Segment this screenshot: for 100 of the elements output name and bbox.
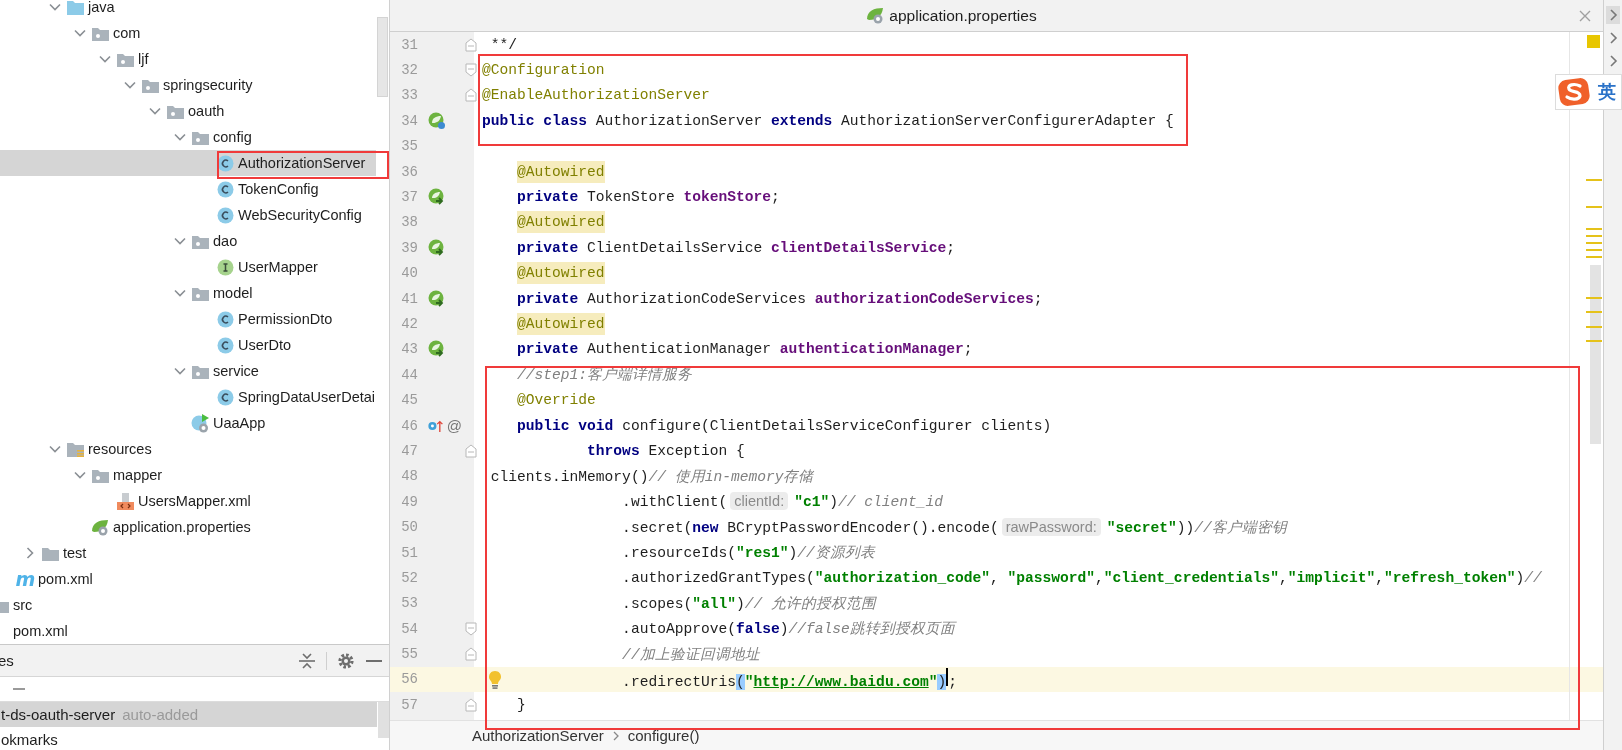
code-line: throws Exception { — [586, 442, 745, 459]
fold-marker-icon[interactable] — [465, 37, 477, 52]
item-note: auto-added — [122, 706, 199, 723]
scrollbar-thumb[interactable] — [378, 702, 389, 738]
bean-icon[interactable] — [428, 111, 446, 130]
package-folder-icon — [92, 467, 109, 483]
settings-icon[interactable] — [337, 651, 355, 670]
tree-item[interactable]: test — [0, 540, 389, 566]
tree-item[interactable]: SpringDataUserDetai — [0, 384, 389, 410]
tree-item[interactable]: model — [0, 280, 389, 306]
class-icon — [217, 206, 234, 224]
changelist-item[interactable]: okmarks — [0, 727, 377, 750]
autowired-icon[interactable] — [428, 289, 446, 308]
tree-item[interactable]: java — [0, 0, 389, 20]
fold-marker-icon[interactable] — [465, 621, 477, 636]
breadcrumb-item[interactable]: configure() — [627, 727, 700, 744]
warning-marker[interactable] — [1586, 249, 1602, 251]
tree-item[interactable]: dao — [0, 228, 389, 254]
line-number: 42 — [400, 316, 418, 332]
tree-item[interactable]: PermissionDto — [0, 306, 389, 332]
code-line: //加上验证回调地址 — [621, 645, 760, 664]
editor-tab[interactable]: application.properties — [860, 0, 1043, 31]
autowired-icon[interactable] — [428, 238, 446, 257]
warning-marker[interactable] — [1586, 235, 1602, 237]
tree-item[interactable]: springsecurity — [0, 72, 389, 98]
warning-marker[interactable] — [1586, 297, 1602, 299]
code-line: .resourceIds("res1")//资源列表 — [621, 544, 875, 562]
tree-item[interactable]: UaaApp — [0, 410, 389, 436]
warning-marker[interactable] — [1586, 326, 1602, 328]
tree-item[interactable]: UserDto — [0, 332, 389, 358]
maven-icon: m — [15, 571, 36, 587]
tree-item[interactable]: mapper — [0, 462, 389, 488]
package-folder-icon — [192, 129, 209, 145]
chevron-right-icon — [611, 730, 620, 741]
code-line: .authorizedGrantTypes("authorization_code", "password","client_credentials","implicit","refresh_token")// — [621, 569, 1542, 586]
tree-item[interactable]: ljf — [0, 46, 389, 72]
code-line: .autoApprove(false)//false跳转到授权页面 — [621, 620, 955, 639]
fold-marker-icon[interactable] — [465, 697, 477, 712]
warning-marker[interactable] — [1586, 340, 1602, 342]
fold-marker-icon[interactable] — [465, 88, 477, 103]
code-line: private TokenStore tokenStore; — [516, 189, 780, 206]
code-line: .scopes("all")// 允许的授权范围 — [621, 594, 877, 613]
warning-marker[interactable] — [1586, 256, 1602, 258]
changelist-item[interactable]: t-ds-oauth-server auto-added — [0, 702, 377, 727]
package-folder-icon — [142, 77, 159, 93]
line-number: 56 — [400, 671, 418, 688]
lightbulb-icon[interactable] — [488, 669, 502, 690]
autowired-icon[interactable] — [428, 340, 446, 359]
interface-icon — [217, 258, 234, 276]
code-line: } — [516, 696, 526, 713]
line-number: 44 — [400, 366, 418, 383]
breadcrumb-item[interactable]: AuthorizationServer — [472, 727, 604, 744]
code-line: public void configure(ClientDetailsServiceConfigurer clients) — [516, 417, 1052, 434]
annotation-marker[interactable]: @ — [446, 417, 462, 435]
line-number: 51 — [400, 544, 418, 561]
package-folder-icon — [167, 103, 184, 119]
tree-item[interactable]: TokenConfig — [0, 176, 389, 202]
class-icon — [217, 336, 234, 354]
ime-logo-icon[interactable] — [1558, 77, 1592, 107]
chevron-right-icon[interactable] — [1606, 6, 1620, 24]
autowired-icon[interactable] — [428, 188, 446, 207]
fold-marker-icon[interactable] — [465, 63, 477, 78]
code-line: //step1:客户端详情服务 — [516, 366, 693, 385]
tree-item[interactable]: m pom.xml — [0, 566, 389, 592]
close-icon[interactable] — [1579, 10, 1591, 22]
tree-item[interactable]: com — [0, 20, 389, 46]
line-number: 54 — [400, 620, 418, 637]
tree-item[interactable]: config — [0, 124, 389, 150]
input-mode-indicator[interactable]: 英 — [1598, 80, 1616, 104]
tree-item[interactable]: application.properties — [0, 514, 389, 540]
warning-marker[interactable] — [1586, 228, 1602, 230]
tree-item[interactable]: resources — [0, 436, 389, 462]
line-number: 57 — [400, 696, 418, 713]
code-line: @EnableAuthorizationServer — [482, 87, 710, 104]
collapse-all-icon[interactable] — [298, 651, 316, 670]
url-link[interactable]: http://www.baidu.com — [753, 674, 929, 691]
warning-marker[interactable] — [1586, 311, 1602, 313]
tree-item[interactable]: oauth — [0, 98, 389, 124]
line-number: 31 — [400, 36, 418, 53]
folder-icon — [42, 545, 59, 561]
warning-marker[interactable] — [1586, 179, 1602, 181]
tree-item[interactable]: pom.xml — [0, 618, 389, 644]
class-icon — [217, 180, 234, 198]
remove-icon[interactable] — [12, 686, 26, 692]
fold-marker-icon[interactable] — [465, 443, 477, 458]
fold-marker-icon[interactable] — [465, 647, 477, 662]
tree-item[interactable]: AuthorizationServer — [0, 150, 376, 176]
scrollbar-thumb[interactable] — [377, 17, 388, 97]
line-number: 55 — [400, 646, 418, 663]
tree-item[interactable]: WebSecurityConfig — [0, 202, 389, 228]
tree-item[interactable]: UsersMapper.xml — [0, 488, 389, 514]
tree-item[interactable]: UserMapper — [0, 254, 389, 280]
resources-folder-icon — [67, 441, 84, 457]
scrollbar-thumb[interactable] — [1590, 265, 1601, 444]
code-line: public class AuthorizationServer extends AuthorizationServerConfigurerAdapter { — [482, 112, 1174, 129]
line-number: 36 — [400, 163, 418, 180]
tree-item[interactable]: service — [0, 358, 389, 384]
warning-marker[interactable] — [1586, 242, 1602, 244]
warning-marker[interactable] — [1586, 206, 1602, 208]
tree-item[interactable]: src — [0, 592, 389, 618]
